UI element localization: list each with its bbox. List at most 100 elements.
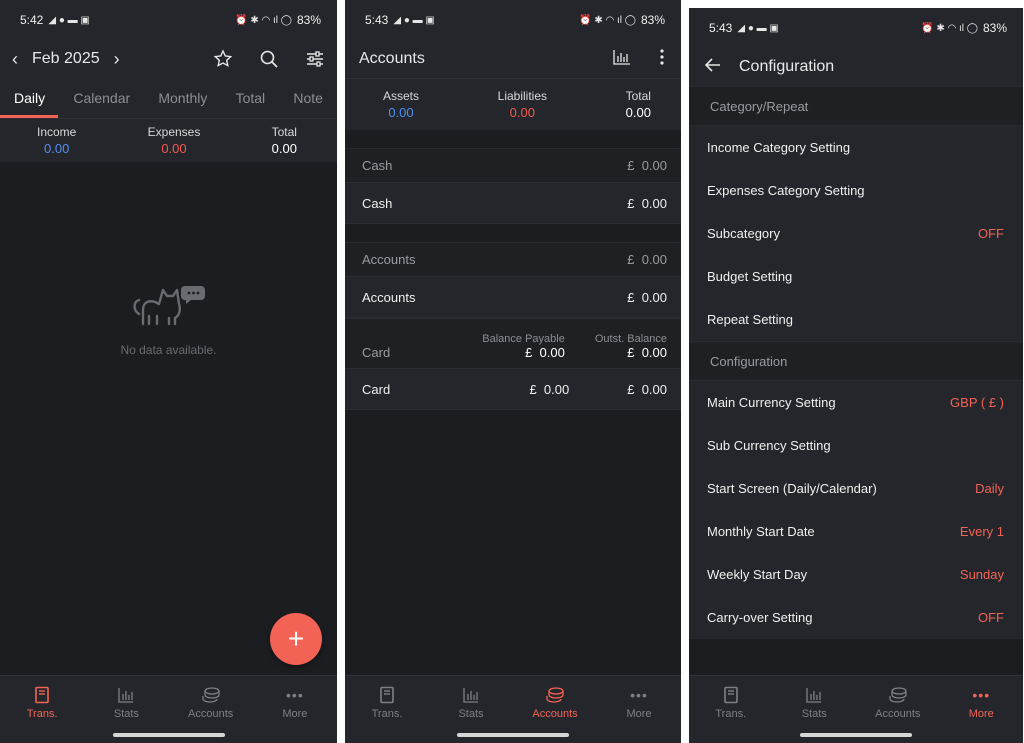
page-title: Accounts xyxy=(359,50,425,67)
chevron-right-icon[interactable]: › xyxy=(114,50,120,68)
more-dots-icon: ••• xyxy=(630,687,648,703)
bar-chart-icon xyxy=(462,686,480,704)
balance-payable-value: £ 0.00 xyxy=(525,345,565,360)
bookmark-star-icon[interactable] xyxy=(213,49,233,69)
chevron-left-icon[interactable]: ‹ xyxy=(12,50,18,68)
tab-total[interactable]: Total xyxy=(236,78,266,118)
setting-label: Expenses Category Setting xyxy=(707,183,865,198)
app-header: Accounts xyxy=(345,40,681,78)
nav-trans-label: Trans. xyxy=(715,708,747,720)
expenses-label: Expenses xyxy=(147,125,201,139)
tab-note[interactable]: Note xyxy=(293,78,323,118)
bar-chart-icon xyxy=(805,686,823,704)
setting-weekly-start-day[interactable]: Weekly Start Day Sunday xyxy=(689,553,1023,596)
coins-icon xyxy=(545,686,565,704)
group-name: Cash xyxy=(362,158,393,173)
account-name: Accounts xyxy=(362,289,416,305)
account-name: Card xyxy=(362,381,391,397)
account-row-accounts[interactable]: Accounts £ 0.00 xyxy=(345,276,681,318)
group-header-card: Card Balance Payable £ 0.00 Outst. Balanc… xyxy=(345,318,681,368)
book-icon xyxy=(33,686,51,704)
group-header-accounts: Accounts £ 0.00 xyxy=(345,242,681,276)
tab-monthly[interactable]: Monthly xyxy=(158,78,207,118)
accounts-summary: Assets 0.00 Liabilities 0.00 Total 0.00 xyxy=(345,78,681,130)
status-bar: 5:42 ◢ ● ▬ ▣ ⏰ ✱ ◠ ıl ◯ 83% xyxy=(0,0,337,40)
nav-trans[interactable]: Trans. xyxy=(352,686,422,743)
notification-icons: ◢ ● ▬ ▣ xyxy=(737,22,779,34)
tab-calendar[interactable]: Calendar xyxy=(73,78,130,118)
bar-chart-icon[interactable] xyxy=(613,49,631,70)
nav-accounts-label: Accounts xyxy=(188,708,234,720)
setting-start-screen[interactable]: Start Screen (Daily/Calendar) Daily xyxy=(689,467,1023,510)
group-name: Accounts xyxy=(362,252,416,267)
bar-chart-icon xyxy=(117,686,135,704)
nav-accounts-label: Accounts xyxy=(875,708,921,720)
group-amount: £ 0.00 xyxy=(627,158,667,173)
setting-repeat[interactable]: Repeat Setting xyxy=(689,298,1023,341)
setting-income-category[interactable]: Income Category Setting xyxy=(689,126,1023,169)
app-header: Configuration xyxy=(689,48,1023,86)
summary-bar: Income 0.00 Expenses 0.00 Total 0.00 xyxy=(0,118,337,162)
tab-daily[interactable]: Daily xyxy=(14,78,45,118)
account-row-cash[interactable]: Cash £ 0.00 xyxy=(345,182,681,224)
setting-value: Daily xyxy=(975,481,1004,496)
setting-subcategory[interactable]: Subcategory OFF xyxy=(689,212,1023,255)
active-tab-indicator xyxy=(0,115,58,118)
group-amount: £ 0.00 xyxy=(627,252,667,267)
setting-budget[interactable]: Budget Setting xyxy=(689,255,1023,298)
status-time: 5:43 xyxy=(709,21,733,35)
total-label: Total xyxy=(271,125,297,139)
page-title: Configuration xyxy=(739,58,835,75)
setting-sub-currency[interactable]: Sub Currency Setting xyxy=(689,424,1023,467)
setting-label: Carry-over Setting xyxy=(707,610,813,625)
group-header-cash: Cash £ 0.00 xyxy=(345,148,681,182)
card-payable-amount: £ 0.00 xyxy=(529,381,570,397)
section-header: Category/Repeat xyxy=(689,86,1023,126)
configuration-screen: 5:43 ◢ ● ▬ ▣ ⏰ ✱ ◠ ıl ◯ 83% Configuration … xyxy=(689,8,1023,743)
more-vertical-icon[interactable] xyxy=(659,48,665,70)
nav-more-label: More xyxy=(968,708,994,720)
setting-main-currency[interactable]: Main Currency Setting GBP ( £ ) xyxy=(689,381,1023,424)
accounts-screen: 5:43 ◢ ● ▬ ▣ ⏰ ✱ ◠ ıl ◯ 83% Accounts Asset… xyxy=(345,0,681,743)
more-dots-icon: ••• xyxy=(972,687,991,703)
outst-balance-value: £ 0.00 xyxy=(627,345,667,360)
nav-accounts-label: Accounts xyxy=(532,708,578,720)
status-bar: 5:43 ◢ ● ▬ ▣ ⏰ ✱ ◠ ıl ◯ 83% xyxy=(345,0,681,40)
nav-more-label: More xyxy=(626,708,652,720)
setting-expenses-category[interactable]: Expenses Category Setting xyxy=(689,169,1023,212)
nav-trans[interactable]: Trans. xyxy=(7,686,77,743)
nav-more[interactable]: ••• More xyxy=(946,686,1016,743)
nav-more[interactable]: ••• More xyxy=(260,686,330,743)
setting-label: Sub Currency Setting xyxy=(707,438,831,453)
search-icon[interactable] xyxy=(259,49,279,69)
nav-more[interactable]: ••• More xyxy=(604,686,674,743)
nav-trans[interactable]: Trans. xyxy=(696,686,766,743)
home-indicator xyxy=(112,733,225,737)
battery-level: 83% xyxy=(640,13,665,27)
add-transaction-button[interactable]: + xyxy=(270,613,322,665)
book-icon xyxy=(378,686,396,704)
notification-icons: ◢ ● ▬ ▣ xyxy=(393,14,435,26)
home-indicator xyxy=(800,733,912,737)
setting-value: OFF xyxy=(978,610,1004,625)
group-name: Card xyxy=(362,345,391,360)
settings-list[interactable]: Category/Repeat Income Category Setting … xyxy=(689,86,1023,672)
setting-monthly-start-date[interactable]: Monthly Start Date Every 1 xyxy=(689,510,1023,553)
back-arrow-icon[interactable] xyxy=(704,57,721,77)
expenses-value: 0.00 xyxy=(161,141,187,156)
setting-label: Monthly Start Date xyxy=(707,524,815,539)
account-amount: £ 0.00 xyxy=(627,289,667,305)
setting-label: Income Category Setting xyxy=(707,140,851,155)
system-icons: ⏰ ✱ ◠ ıl ◯ xyxy=(921,22,978,34)
nav-stats-label: Stats xyxy=(801,708,827,720)
setting-value: Sunday xyxy=(959,567,1004,582)
total-value: 0.00 xyxy=(271,141,297,156)
filter-sliders-icon[interactable] xyxy=(305,49,325,69)
setting-label: Budget Setting xyxy=(707,269,793,284)
total-label: Total xyxy=(625,89,651,103)
view-tabs: Daily Calendar Monthly Total Note xyxy=(0,78,337,118)
month-label[interactable]: Feb 2025 xyxy=(32,50,100,68)
setting-carry-over[interactable]: Carry-over Setting OFF xyxy=(689,596,1023,639)
account-row-card[interactable]: Card £ 0.00 £ 0.00 xyxy=(345,368,681,410)
account-amount: £ 0.00 xyxy=(627,195,667,211)
